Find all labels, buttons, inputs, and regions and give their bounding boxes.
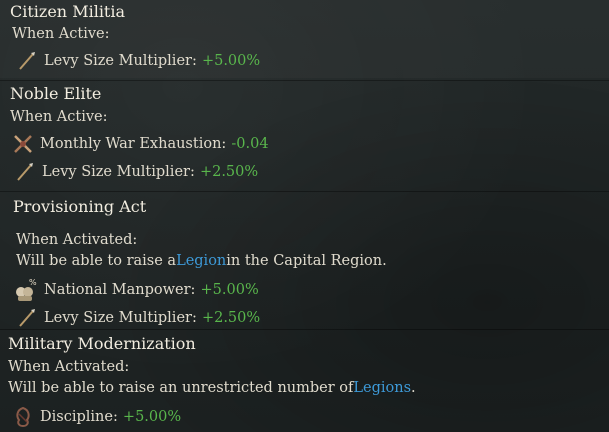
divider xyxy=(0,80,609,81)
effect-row: Monthly War Exhaustion: -0.04 xyxy=(12,132,609,156)
section-condition: When Activated: xyxy=(8,359,130,375)
section-condition: When Active: xyxy=(12,26,110,42)
effect-label: Levy Size Multiplier: xyxy=(44,310,197,326)
description-text: Will be able to raise a xyxy=(16,253,177,269)
description-text: Will be able to raise an unrestricted nu… xyxy=(8,380,354,396)
levy-spear-icon xyxy=(16,307,38,329)
effect-label: Discipline: xyxy=(40,409,118,425)
effect-value: +2.50% xyxy=(199,164,259,180)
description-text: in the Capital Region. xyxy=(226,253,387,269)
effect-row: Discipline: +5.00% xyxy=(12,405,609,429)
effect-label: Levy Size Multiplier: xyxy=(44,53,197,69)
effect-row: Levy Size Multiplier: +2.50% xyxy=(14,160,609,184)
legions-link[interactable]: Legions xyxy=(353,380,411,396)
effect-label: Levy Size Multiplier: xyxy=(42,164,195,180)
war-exhaustion-icon xyxy=(12,133,34,155)
effect-value: +2.50% xyxy=(201,310,261,326)
description-text: . xyxy=(411,380,416,396)
section-title: Provisioning Act xyxy=(13,196,147,216)
effect-row: Levy Size Multiplier: +5.00% xyxy=(16,49,609,73)
divider xyxy=(0,191,609,192)
svg-text:%: % xyxy=(29,278,37,287)
legion-link[interactable]: Legion xyxy=(176,253,226,269)
section-description: Will be able to raise a Legion in the Ca… xyxy=(16,250,609,272)
levy-spear-icon xyxy=(16,50,38,72)
effect-value: +5.00% xyxy=(122,409,182,425)
effect-value: +5.00% xyxy=(201,53,261,69)
effect-label: Monthly War Exhaustion: xyxy=(40,136,227,152)
effect-value: -0.04 xyxy=(231,136,269,152)
section-title: Military Modernization xyxy=(8,333,196,353)
effect-value: +5.00% xyxy=(200,282,259,298)
effect-row: Levy Size Multiplier: +2.50% xyxy=(16,306,609,330)
section-title: Citizen Militia xyxy=(10,1,126,21)
section-condition: When Active: xyxy=(10,109,108,125)
effect-label: National Manpower: xyxy=(44,282,196,298)
discipline-icon xyxy=(12,406,34,428)
section-title: Noble Elite xyxy=(10,83,102,103)
effect-row: % National Manpower: +5.00% xyxy=(12,277,609,303)
section-description: Will be able to raise an unrestricted nu… xyxy=(8,377,609,399)
levy-spear-icon xyxy=(14,161,36,183)
section-condition: When Activated: xyxy=(16,232,138,248)
manpower-icon: % xyxy=(12,277,38,303)
